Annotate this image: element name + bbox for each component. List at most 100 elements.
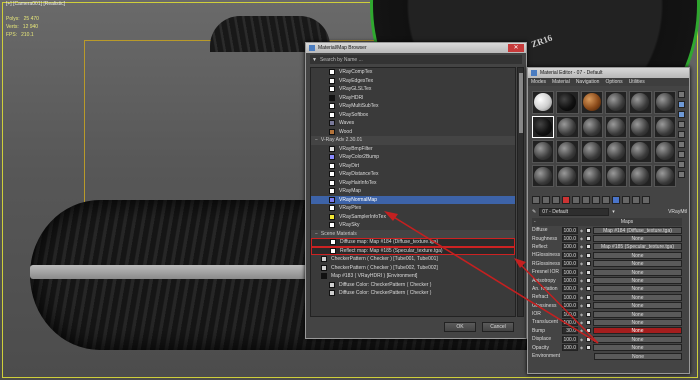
- spinner-icon[interactable]: ◆: [580, 228, 584, 233]
- search-input[interactable]: ▼ Search by Name ...: [310, 55, 522, 64]
- map-amount-field[interactable]: 100.0: [562, 277, 578, 285]
- list-item[interactable]: VRaySoftbox: [311, 111, 515, 120]
- map-enable-checkbox[interactable]: [586, 311, 591, 317]
- sample-slot[interactable]: [629, 140, 652, 163]
- map-enable-checkbox[interactable]: [586, 278, 591, 284]
- sample-slot[interactable]: [580, 115, 603, 138]
- map-slot-button[interactable]: None: [593, 260, 682, 268]
- list-item[interactable]: VRayMultiSubTex: [311, 102, 515, 111]
- put-to-library-icon[interactable]: [592, 196, 600, 204]
- sample-slot[interactable]: [556, 164, 579, 187]
- material-id-icon[interactable]: [602, 196, 610, 204]
- editor-titlebar[interactable]: Material Editor - 07 - Default: [528, 68, 689, 78]
- chevron-down-icon[interactable]: −: [315, 137, 318, 143]
- sample-slot[interactable]: [605, 164, 628, 187]
- close-icon[interactable]: ✕: [508, 44, 524, 52]
- scene-map-item[interactable]: CheckerPattern ( Checker ) [Tube002, Tub…: [311, 264, 515, 273]
- cancel-button[interactable]: Cancel: [482, 322, 514, 332]
- browser-titlebar[interactable]: Material/Map Browser ✕: [306, 43, 526, 53]
- spinner-icon[interactable]: ◆: [580, 320, 584, 325]
- sample-slot[interactable]: [629, 91, 652, 114]
- list-item[interactable]: VRaySamplerInfoTex: [311, 213, 515, 222]
- map-slot-button[interactable]: None: [593, 310, 682, 318]
- reset-map-icon[interactable]: [562, 196, 570, 204]
- map-amount-field[interactable]: 100.0: [562, 260, 578, 268]
- spinner-icon[interactable]: ◆: [580, 312, 584, 317]
- list-item[interactable]: VRayPtex: [311, 204, 515, 213]
- map-slot-button[interactable]: None: [593, 302, 682, 310]
- spinner-icon[interactable]: ◆: [580, 345, 584, 350]
- list-item[interactable]: VRaySky: [311, 221, 515, 230]
- select-by-material-icon[interactable]: [678, 161, 685, 168]
- eyedropper-icon[interactable]: ✎: [532, 209, 536, 215]
- list-item[interactable]: VRayEdgesTex: [311, 77, 515, 86]
- spinner-icon[interactable]: ◆: [580, 295, 584, 300]
- material-editor[interactable]: Material Editor - 07 - Default Modes Mate…: [527, 67, 690, 374]
- map-amount-field[interactable]: 100.0: [562, 243, 578, 251]
- spinner-icon[interactable]: ◆: [580, 244, 584, 249]
- map-enable-checkbox[interactable]: [586, 236, 591, 242]
- map-enable-checkbox[interactable]: [586, 319, 591, 325]
- sample-slot[interactable]: [556, 140, 579, 163]
- sample-slot[interactable]: [605, 140, 628, 163]
- map-enable-checkbox[interactable]: [586, 244, 591, 250]
- map-amount-field[interactable]: 100.0: [562, 251, 578, 259]
- material-type-button[interactable]: VRayMtl: [668, 209, 687, 215]
- sample-slot[interactable]: [653, 115, 676, 138]
- go-to-parent-icon[interactable]: [632, 196, 640, 204]
- viewport-label[interactable]: [+] [Camera001] [Realistic]: [6, 1, 65, 7]
- background-icon[interactable]: [678, 111, 685, 118]
- scene-map-item[interactable]: CheckerPattern ( Checker ) [Tube001, Tub…: [311, 255, 515, 264]
- list-item[interactable]: VRayHDRI: [311, 94, 515, 103]
- map-amount-field[interactable]: 100.0: [562, 344, 578, 352]
- spinner-icon[interactable]: ◆: [580, 328, 584, 333]
- sample-slot[interactable]: [653, 164, 676, 187]
- list-item[interactable]: VRayMap: [311, 187, 515, 196]
- list-item[interactable]: VRayNormalMap: [311, 195, 515, 204]
- map-enable-checkbox[interactable]: [586, 303, 591, 309]
- sample-slot[interactable]: [532, 91, 555, 114]
- map-amount-field[interactable]: 100.0: [562, 310, 578, 318]
- sample-slot[interactable]: [653, 140, 676, 163]
- list-item[interactable]: VRayDistanceTex: [311, 170, 515, 179]
- spinner-icon[interactable]: ◆: [580, 286, 584, 291]
- list-item[interactable]: VRayGLSLTex: [311, 85, 515, 94]
- list-item[interactable]: Wood: [311, 128, 515, 137]
- scene-map-item[interactable]: Diffuse Color: CheckerPattern ( Checker …: [311, 289, 515, 298]
- map-enable-checkbox[interactable]: [586, 328, 591, 334]
- map-enable-checkbox[interactable]: [586, 261, 591, 267]
- list-item[interactable]: VRayDirt: [311, 162, 515, 171]
- map-amount-field[interactable]: 100.0: [562, 302, 578, 310]
- sample-slot[interactable]: [532, 164, 555, 187]
- sample-slot[interactable]: [532, 140, 555, 163]
- maps-rollout-header[interactable]: - Maps: [532, 218, 682, 226]
- list-item[interactable]: VRayColor2Bump: [311, 153, 515, 162]
- material-navigator-icon[interactable]: [678, 171, 685, 178]
- list-item[interactable]: Waves: [311, 119, 515, 128]
- sample-slot[interactable]: [653, 91, 676, 114]
- map-enable-checkbox[interactable]: [586, 269, 591, 275]
- sample-type-icon[interactable]: [678, 91, 685, 98]
- chevron-down-icon[interactable]: −: [315, 231, 318, 237]
- spinner-icon[interactable]: ◆: [580, 261, 584, 266]
- menu-item-modes[interactable]: Modes: [531, 79, 546, 85]
- map-slot-button[interactable]: None: [593, 235, 682, 243]
- chevron-down-icon[interactable]: ▼: [312, 57, 317, 63]
- group-header[interactable]: − V-Ray Adv 2.30.01: [311, 136, 515, 145]
- map-enable-checkbox[interactable]: [586, 336, 591, 342]
- map-slot-button[interactable]: None: [593, 293, 682, 301]
- spinner-icon[interactable]: ◆: [580, 253, 584, 258]
- map-amount-field[interactable]: 100.0: [562, 268, 578, 276]
- menu-item-utilities[interactable]: Utilities: [629, 79, 645, 85]
- material-name-field[interactable]: 07 - Default: [539, 207, 610, 216]
- list-item[interactable]: VRayHairInfoTex: [311, 179, 515, 188]
- sample-slot[interactable]: [605, 115, 628, 138]
- scene-materials-header[interactable]: − Scene Materials: [311, 229, 515, 238]
- scene-map-item[interactable]: Diffuse map: Map #184 (Diffuse_texture.t…: [311, 238, 515, 247]
- map-slot-button[interactable]: None: [593, 318, 682, 326]
- sample-slot[interactable]: [580, 164, 603, 187]
- scene-map-item[interactable]: Diffuse Color: CheckerPattern ( Checker …: [311, 281, 515, 290]
- map-amount-field[interactable]: 100.0: [562, 335, 578, 343]
- map-slot-button[interactable]: Map #185 (Specular_texture.tga): [593, 243, 682, 251]
- scrollbar-thumb[interactable]: [519, 73, 523, 133]
